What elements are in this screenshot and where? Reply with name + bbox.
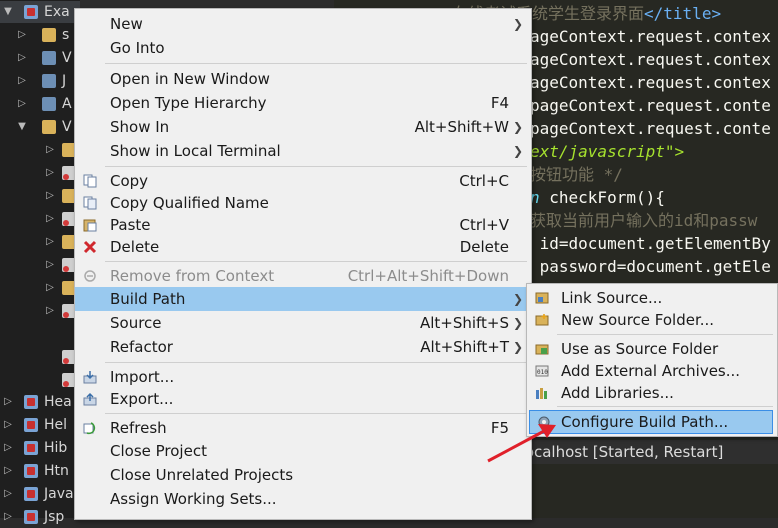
annotation-arrow-icon <box>487 424 556 463</box>
